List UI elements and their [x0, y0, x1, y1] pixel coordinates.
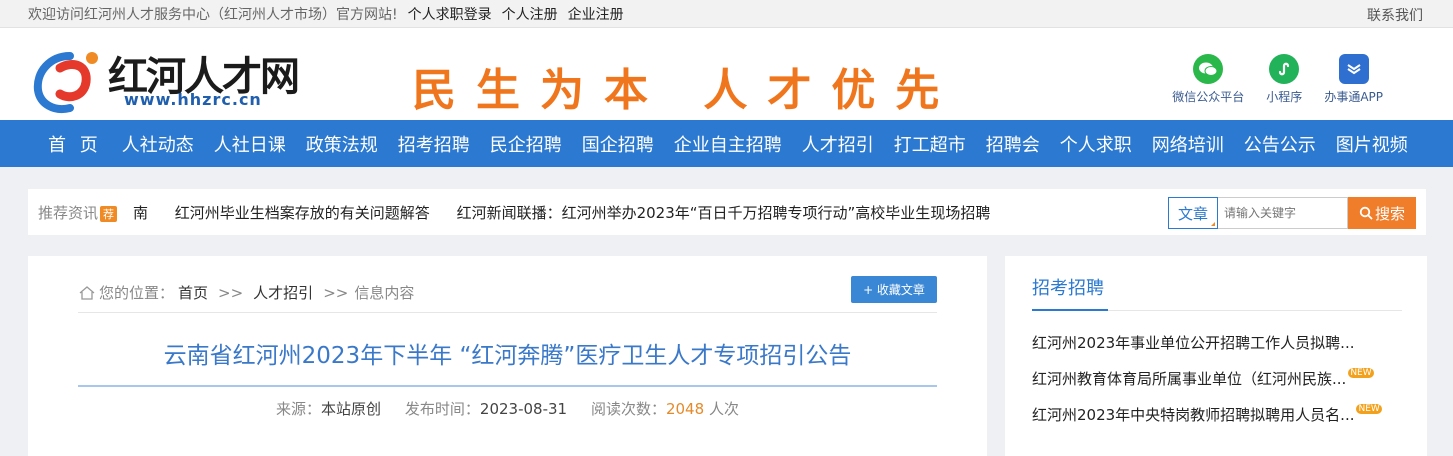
- nav-self-recruit[interactable]: 企业自主招聘: [664, 131, 792, 157]
- app-icon: [1338, 54, 1369, 84]
- nav-state-recruit[interactable]: 国企招聘: [572, 131, 664, 157]
- personal-register-link[interactable]: 个人注册: [502, 4, 558, 24]
- recommend-label: 推荐资讯荐: [28, 202, 133, 223]
- sidebar-list: 红河州2023年事业单位公开招聘工作人员拟聘... 红河州教育体育局所属事业单位…: [1032, 332, 1402, 440]
- nav-daily-lesson[interactable]: 人社日课: [204, 131, 296, 157]
- list-item-text: 红河州教育体育局所属事业单位（红河州民族...: [1032, 370, 1347, 388]
- search-category-select[interactable]: 文章: [1168, 197, 1218, 229]
- nav-media[interactable]: 图片视频: [1326, 131, 1418, 157]
- slogan: 民生为本 人才优先: [412, 65, 960, 116]
- breadcrumb-current: 信息内容: [354, 284, 415, 302]
- article-meta: 来源：本站原创 发布时间：2023-08-31 阅读次数：2048 人次: [78, 398, 937, 419]
- article-panel: 您的位置： 首页 >> 人才招引 >> 信息内容 + 收藏文章 云南省红河州20…: [28, 256, 987, 456]
- wechat-link[interactable]: 微信公众平台: [1172, 54, 1244, 105]
- company-register-link[interactable]: 企业注册: [568, 4, 624, 24]
- recommend-item[interactable]: 南: [133, 204, 148, 222]
- recommend-item[interactable]: 红河州毕业生档案存放的有关问题解答: [175, 204, 430, 222]
- app-links: 微信公众平台 小程序 办事通APP: [1150, 54, 1383, 105]
- recommend-tag: 荐: [100, 205, 118, 222]
- nav-hr-news[interactable]: 人社动态: [112, 131, 204, 157]
- recruit-sidebar: 招考招聘 红河州2023年事业单位公开招聘工作人员拟聘... 红河州教育体育局所…: [1005, 256, 1427, 456]
- sidebar-divider: [1032, 309, 1402, 311]
- nav-exam-recruit[interactable]: 招考招聘: [388, 131, 480, 157]
- new-badge: NEW: [1348, 368, 1374, 378]
- logo-site-url: www.hhzrc.cn: [124, 90, 262, 109]
- site-logo[interactable]: 红河人才网 www.hhzrc.cn: [30, 42, 310, 113]
- views-unit: 人次: [708, 400, 739, 418]
- top-bar: 欢迎访问红河州人才服务中心（红河州人才市场）官方网站! 个人求职登录 个人注册 …: [0, 0, 1453, 28]
- personal-login-link[interactable]: 个人求职登录: [408, 4, 492, 24]
- sidebar-title[interactable]: 招考招聘: [1032, 274, 1104, 300]
- app-download-link[interactable]: 办事通APP: [1324, 54, 1383, 105]
- views-label: 阅读次数：: [590, 400, 666, 418]
- contact-us-link[interactable]: 联系我们: [1367, 5, 1423, 25]
- nav-talent-attract[interactable]: 人才招引: [792, 131, 884, 157]
- sidebar-active-underline: [1032, 309, 1108, 311]
- wechat-label: 微信公众平台: [1172, 90, 1245, 104]
- search-box: 文章 搜索: [1168, 197, 1416, 229]
- breadcrumb-separator: >>: [323, 283, 349, 302]
- favorite-button[interactable]: + 收藏文章: [851, 276, 937, 303]
- recommend-label-text: 推荐资讯: [38, 203, 99, 222]
- mini-program-icon: [1269, 54, 1300, 84]
- wechat-icon: [1193, 54, 1224, 84]
- search-icon: [1359, 206, 1373, 220]
- breadcrumb-separator: >>: [218, 283, 244, 302]
- nav-home[interactable]: 首 页: [38, 131, 112, 157]
- breadcrumb-home[interactable]: 首页: [178, 282, 208, 303]
- source-label: 来源：: [276, 400, 322, 418]
- list-item[interactable]: 红河州2023年事业单位公开招聘工作人员拟聘...: [1032, 332, 1402, 368]
- main-nav: 首 页 人社动态 人社日课 政策法规 招考招聘 民企招聘 国企招聘 企业自主招聘…: [0, 120, 1453, 167]
- source-value: 本站原创: [321, 400, 382, 418]
- list-item[interactable]: 红河州2023年中央特岗教师招聘拟聘用人员名... NEW: [1032, 404, 1402, 440]
- list-item-text: 红河州2023年事业单位公开招聘工作人员拟聘...: [1032, 334, 1355, 352]
- welcome-text: 欢迎访问红河州人才服务中心（红河州人才市场）官方网站!: [28, 6, 398, 23]
- mini-program-link[interactable]: 小程序: [1266, 54, 1302, 105]
- site-header: 红河人才网 www.hhzrc.cn 民生为本 人才优先 微信公众平台 小程序 …: [0, 28, 1453, 120]
- mini-program-label: 小程序: [1266, 90, 1303, 104]
- nav-job-market[interactable]: 打工超市: [884, 131, 976, 157]
- recommend-bar: 推荐资讯荐 南 红河州毕业生档案存放的有关问题解答 红河新闻联播：红河州举办20…: [28, 189, 1426, 235]
- nav-job-seeking[interactable]: 个人求职: [1050, 131, 1142, 157]
- nav-job-fair[interactable]: 招聘会: [976, 131, 1050, 157]
- views-count: 2048: [665, 400, 705, 418]
- breadcrumb: 您的位置： 首页 >> 人才招引 >> 信息内容: [78, 282, 414, 303]
- home-icon: [79, 285, 95, 300]
- breadcrumb-category[interactable]: 人才招引: [253, 282, 313, 303]
- recommend-item[interactable]: 红河新闻联播：红河州举办2023年“百日千万招聘专项行动”高校毕业生现场招聘: [457, 204, 991, 222]
- search-input[interactable]: [1218, 197, 1348, 229]
- search-button[interactable]: 搜索: [1348, 197, 1416, 229]
- divider: [78, 312, 937, 313]
- nav-private-recruit[interactable]: 民企招聘: [480, 131, 572, 157]
- list-item[interactable]: 红河州教育体育局所属事业单位（红河州民族... NEW: [1032, 368, 1402, 404]
- app-label: 办事通APP: [1324, 90, 1383, 104]
- new-badge: NEW: [1356, 404, 1382, 414]
- nav-announcements[interactable]: 公告公示: [1234, 131, 1326, 157]
- search-button-label: 搜索: [1374, 204, 1405, 223]
- recommend-ticker: 南 红河州毕业生档案存放的有关问题解答 红河新闻联播：红河州举办2023年“百日…: [133, 202, 1041, 223]
- list-item-text: 红河州2023年中央特岗教师招聘拟聘用人员名...: [1032, 406, 1355, 424]
- title-underline: [78, 385, 937, 387]
- date-value: 2023-08-31: [479, 400, 568, 418]
- nav-online-training[interactable]: 网络培训: [1142, 131, 1234, 157]
- date-label: 发布时间：: [404, 400, 480, 418]
- breadcrumb-prefix: 您的位置：: [99, 284, 175, 302]
- nav-policy[interactable]: 政策法规: [296, 131, 388, 157]
- article-title: 云南省红河州2023年下半年 “红河奔腾”医疗卫生人才专项招引公告: [163, 343, 852, 369]
